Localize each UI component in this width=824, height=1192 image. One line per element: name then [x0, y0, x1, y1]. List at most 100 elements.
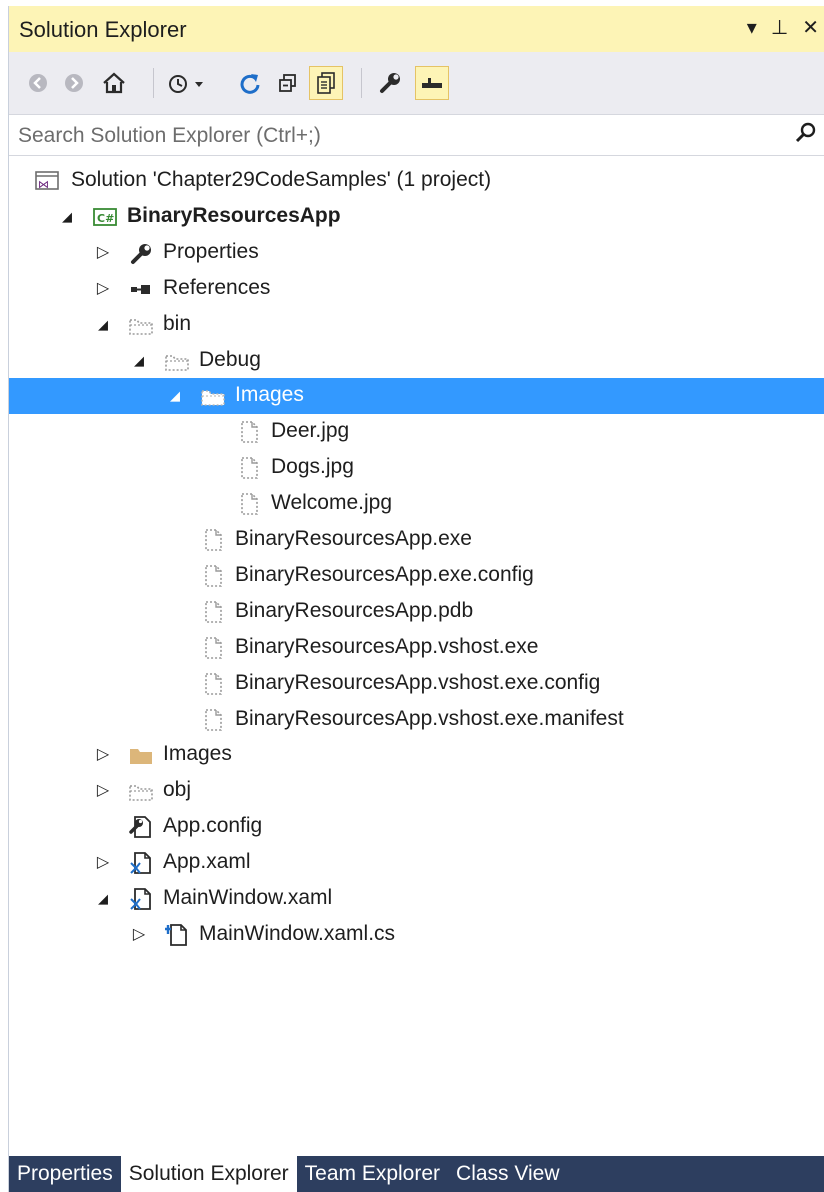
preview-selected-icon — [422, 78, 442, 88]
tree-item-label: BinaryResourcesApp.vshost.exe — [235, 634, 539, 658]
pending-changes-icon — [169, 75, 203, 93]
hidden-folder-icon — [127, 312, 155, 338]
hidden-file-icon — [199, 671, 227, 697]
tree-item[interactable]: ▷ Properties — [9, 235, 824, 271]
back-icon — [29, 74, 47, 92]
bottom-tab-strip: Properties Solution Explorer Team Explorer… — [9, 1156, 824, 1192]
search-box[interactable]: Search Solution Explorer (Ctrl+;) — [9, 114, 824, 156]
home-button[interactable] — [97, 66, 131, 100]
folder-icon — [127, 742, 155, 768]
toolbar-separator — [361, 68, 362, 98]
tree-item[interactable]: ⋈ Solution 'Chapter29CodeSamples' (1 proj… — [9, 163, 824, 199]
svg-text:C#: C# — [97, 212, 114, 225]
tree-item-label: obj — [163, 778, 192, 802]
collapse-all-button[interactable] — [271, 66, 305, 100]
tree-item[interactable]: ▷ References — [9, 271, 824, 307]
pin-icon[interactable]: ⊥ — [771, 16, 788, 40]
hidden-folder-icon — [199, 383, 227, 409]
tree-item[interactable]: BinaryResourcesApp.exe.config — [9, 558, 824, 594]
tree-item-label: BinaryResourcesApp.pdb — [235, 598, 474, 622]
show-all-files-button[interactable] — [309, 66, 343, 100]
hidden-file-icon — [235, 419, 263, 445]
tree-item[interactable]: ◢ MainWindow.xaml — [9, 881, 824, 917]
tree-item-label: BinaryResourcesApp.vshost.exe.config — [235, 670, 601, 694]
tree-item-label: BinaryResourcesApp.exe.config — [235, 562, 534, 586]
tree-item-label: BinaryResourcesApp — [127, 203, 341, 227]
expanded-arrow-icon[interactable]: ◢ — [167, 385, 183, 407]
collapsed-arrow-icon[interactable]: ▷ — [95, 852, 111, 874]
back-button[interactable] — [21, 66, 55, 100]
tree-item-label: Solution 'Chapter29CodeSamples' (1 proje… — [71, 168, 492, 191]
tree-item-label: BinaryResourcesApp.exe — [235, 527, 472, 550]
tree-item-label: Welcome.jpg — [271, 491, 392, 515]
forward-button[interactable] — [57, 66, 91, 100]
collapsed-arrow-icon[interactable]: ▷ — [95, 278, 111, 300]
wrench-icon — [127, 240, 155, 266]
show-all-files-icon — [317, 72, 335, 94]
refresh-icon — [240, 74, 260, 94]
title-bar: Solution Explorer ▾ ⊥ ✕ — [9, 6, 824, 52]
hidden-file-icon — [199, 635, 227, 661]
close-icon[interactable]: ✕ — [802, 16, 819, 40]
home-icon — [103, 72, 125, 94]
tree-item-label: References — [163, 275, 271, 299]
toolbar-separator — [153, 68, 154, 98]
tree-item[interactable]: BinaryResourcesApp.pdb — [9, 594, 824, 630]
tab-solution-explorer[interactable]: Solution Explorer — [120, 1156, 297, 1192]
hidden-folder-icon — [163, 348, 191, 374]
tree-item-label: bin — [163, 311, 192, 335]
csharp-file-icon — [163, 922, 191, 948]
tab-team-explorer[interactable]: Team Explorer — [297, 1156, 448, 1192]
expanded-arrow-icon[interactable]: ◢ — [59, 206, 75, 228]
collapsed-arrow-icon[interactable]: ▷ — [95, 780, 111, 802]
tree-item[interactable]: App.config — [9, 809, 824, 845]
csharp-project-icon: C# — [91, 204, 119, 230]
expanded-arrow-icon[interactable]: ◢ — [95, 888, 111, 910]
collapsed-arrow-icon[interactable]: ▷ — [95, 242, 111, 264]
solution-icon: ⋈ — [33, 168, 61, 194]
tree-item[interactable]: BinaryResourcesApp.exe — [9, 522, 824, 558]
search-icon[interactable] — [793, 120, 819, 153]
tree-item[interactable]: BinaryResourcesApp.vshost.exe — [9, 630, 824, 666]
tree-item-label: App.xaml — [163, 850, 251, 874]
refresh-button[interactable] — [233, 66, 267, 100]
tree-item[interactable]: BinaryResourcesApp.vshost.exe.manifest — [9, 702, 824, 738]
properties-button[interactable] — [373, 66, 407, 100]
dropdown-icon[interactable]: ▾ — [747, 16, 757, 40]
tree-item[interactable]: BinaryResourcesApp.vshost.exe.config — [9, 666, 824, 702]
solution-explorer-panel: Solution Explorer ▾ ⊥ ✕ Search Solution … — [8, 6, 824, 1192]
tree-item-label: Properties — [163, 239, 259, 263]
hidden-file-icon — [199, 599, 227, 625]
collapsed-arrow-icon[interactable]: ▷ — [131, 924, 147, 946]
tree-item[interactable]: Dogs.jpg — [9, 450, 824, 486]
panel-title: Solution Explorer — [19, 17, 187, 42]
collapse-all-icon — [279, 74, 296, 92]
expanded-arrow-icon[interactable]: ◢ — [131, 350, 147, 372]
tree-item[interactable]: ▷ App.xaml — [9, 845, 824, 881]
collapsed-arrow-icon[interactable]: ▷ — [95, 744, 111, 766]
preview-selected-items-button[interactable] — [415, 66, 449, 100]
search-input[interactable]: Search Solution Explorer (Ctrl+;) — [18, 124, 321, 148]
hidden-file-icon — [235, 455, 263, 481]
tree-item[interactable]: ◢ C# BinaryResourcesApp — [9, 199, 824, 235]
tree-item[interactable]: ◢ Images — [9, 378, 824, 415]
tree-item[interactable]: ▷ MainWindow.xaml.cs — [9, 917, 824, 953]
tree-item[interactable]: Welcome.jpg — [9, 486, 824, 522]
tree-item-label: MainWindow.xaml.cs — [199, 921, 396, 945]
tree-item[interactable]: ▷ Images — [9, 737, 824, 773]
pending-changes-button[interactable] — [165, 66, 209, 100]
hidden-folder-icon — [127, 778, 155, 804]
forward-icon — [65, 74, 83, 92]
tab-properties[interactable]: Properties — [9, 1156, 121, 1192]
hidden-file-icon — [199, 527, 227, 553]
tree-item[interactable]: ▷ obj — [9, 773, 824, 809]
tree-item[interactable]: Deer.jpg — [9, 414, 824, 450]
hidden-file-icon — [199, 707, 227, 733]
config-file-icon — [127, 814, 155, 840]
tree-item[interactable]: ◢ bin — [9, 307, 824, 343]
xaml-file-icon — [127, 850, 155, 876]
title-bar-buttons: ▾ ⊥ ✕ — [747, 16, 819, 40]
tab-class-view[interactable]: Class View — [448, 1156, 567, 1192]
expanded-arrow-icon[interactable]: ◢ — [95, 314, 111, 336]
tree-item[interactable]: ◢ Debug — [9, 343, 824, 379]
